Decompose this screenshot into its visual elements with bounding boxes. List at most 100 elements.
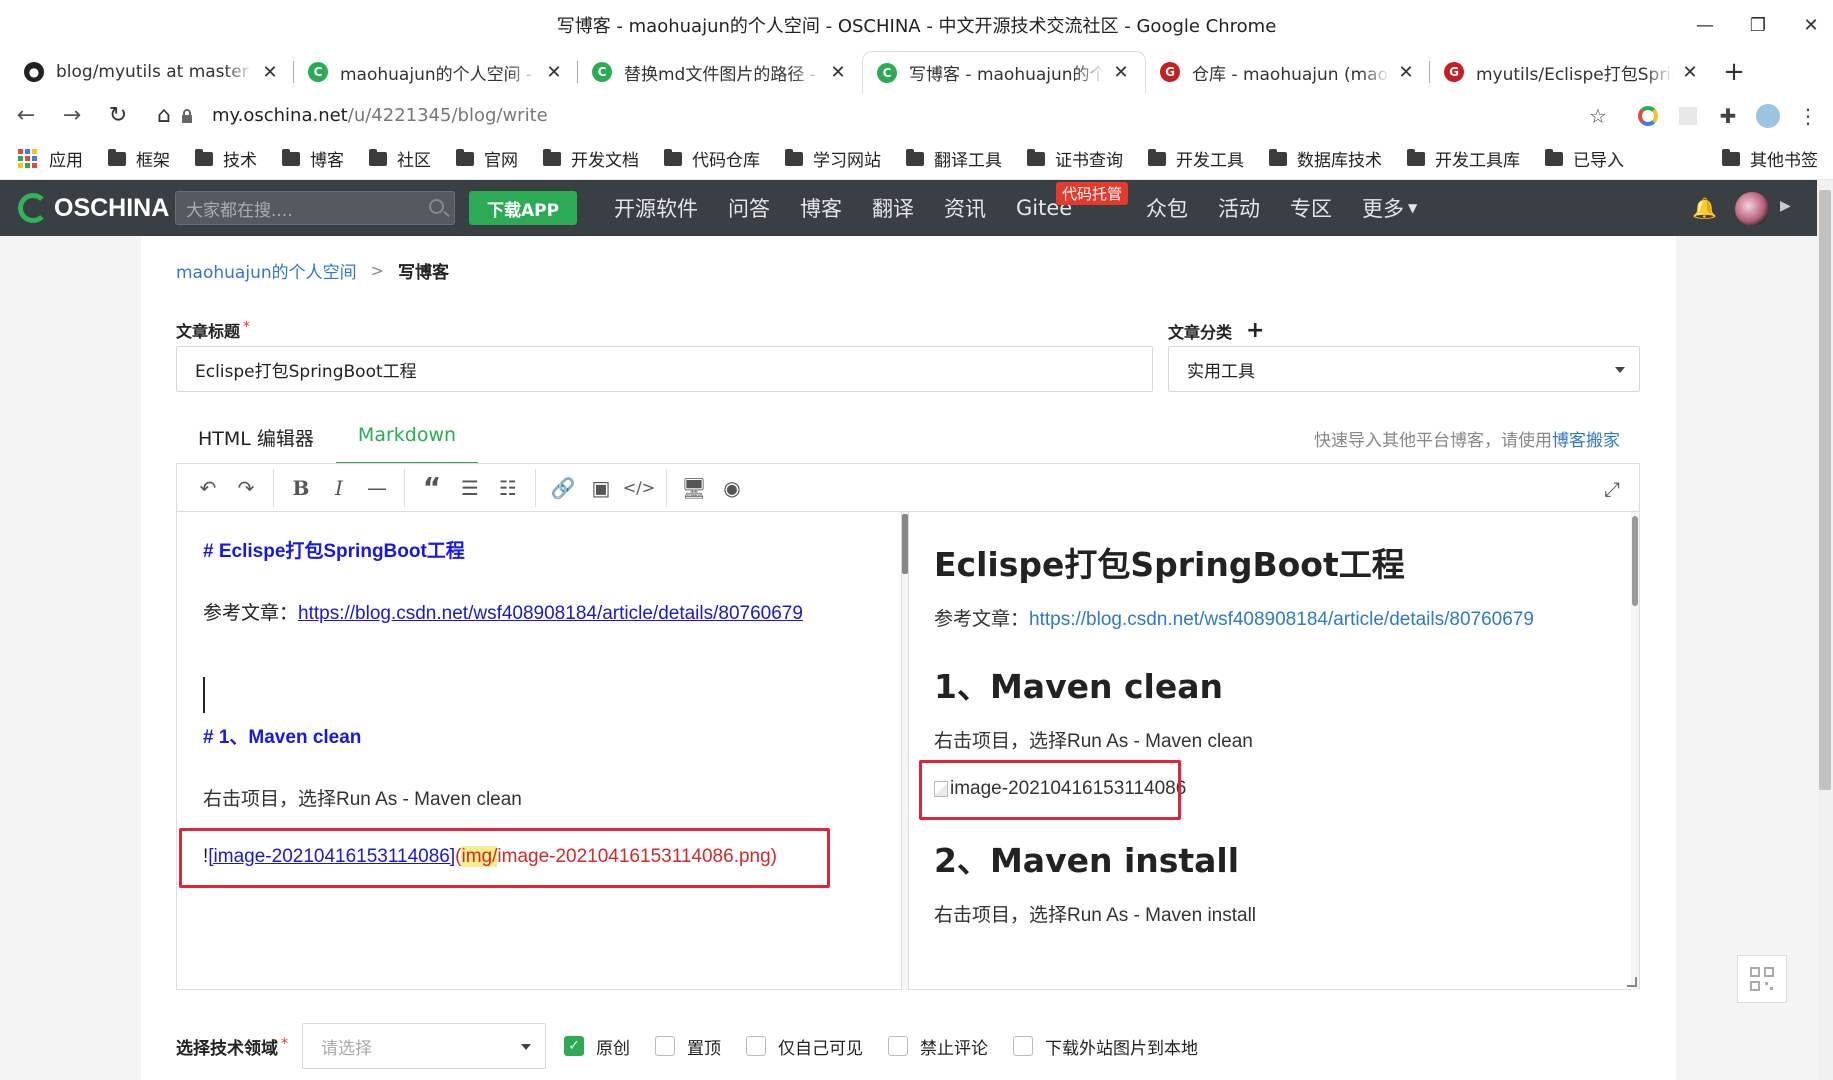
nav-item-more[interactable]: 更多 ▼ (1362, 180, 1417, 236)
qrcode-icon[interactable] (1737, 955, 1787, 1003)
bookmark-folder[interactable]: 开发工具库 (1407, 146, 1520, 171)
category-select[interactable]: 实用工具 (1168, 346, 1640, 392)
bookmark-folder[interactable]: 学习网站 (785, 146, 881, 171)
profile-icon[interactable] (1750, 98, 1786, 134)
original-checkbox[interactable]: ✓ 原创 (564, 1034, 630, 1059)
browser-tab[interactable]: G 仓库 - maohuajun (maoh ✕ (1146, 51, 1430, 93)
source-scrollbar-thumb[interactable] (902, 514, 908, 574)
tab-html-editor[interactable]: HTML 编辑器 (176, 414, 336, 464)
title-input[interactable]: Eclispe打包SpringBoot工程 (176, 346, 1153, 392)
bookmark-apps[interactable]: 应用 (18, 146, 83, 171)
caret-right-icon[interactable]: ▶ (1780, 198, 1791, 214)
quote-icon[interactable]: “ (413, 469, 451, 507)
undo-icon[interactable]: ↶ (189, 469, 227, 507)
nav-item[interactable]: 翻译 (872, 180, 914, 236)
home-icon[interactable]: ⌂ (144, 96, 184, 136)
code-icon[interactable]: </> (620, 469, 658, 507)
avatar[interactable] (1735, 192, 1769, 226)
bookmark-folder[interactable]: 证书查询 (1027, 146, 1123, 171)
no-comment-checkbox[interactable]: 禁止评论 (888, 1034, 988, 1059)
bookmark-star-icon[interactable]: ☆ (1580, 98, 1616, 134)
close-tab-icon[interactable]: ✕ (1111, 62, 1131, 83)
puzzle-icon[interactable]: ✚ (1710, 98, 1746, 134)
browser-tab-active[interactable]: C 写博客 - maohuajun的个人 ✕ (862, 51, 1146, 93)
breadcrumb-space-link[interactable]: maohuajun的个人空间 (176, 258, 357, 283)
hr-icon[interactable]: — (358, 469, 396, 507)
github-icon: ● (24, 62, 44, 82)
bookmark-folder[interactable]: 技术 (195, 146, 257, 171)
extension-icon[interactable] (1630, 98, 1666, 134)
resize-handle[interactable] (1627, 977, 1637, 987)
nav-item[interactable]: 开源软件 (614, 180, 698, 236)
markdown-source-pane[interactable]: # Eclispe打包SpringBoot工程 参考文章：https://blo… (177, 512, 901, 990)
restore-button[interactable]: ❐ (1733, 0, 1783, 50)
redo-icon[interactable]: ↷ (227, 469, 265, 507)
add-category-icon[interactable]: + (1246, 318, 1264, 343)
close-window-button[interactable]: ✕ (1786, 0, 1833, 50)
folder-icon (1722, 148, 1740, 166)
bookmark-folder[interactable]: 翻译工具 (906, 146, 1002, 171)
preview-scrollbar-thumb[interactable] (1632, 516, 1638, 606)
bookmark-folder[interactable]: 开发文档 (543, 146, 639, 171)
browser-tab[interactable]: G myutils/Eclispe打包Sprin ✕ (1430, 51, 1714, 93)
bookmark-folder[interactable]: 博客 (282, 146, 344, 171)
fullscreen-icon[interactable]: ⤢ (1593, 470, 1631, 508)
breadcrumb-current: 写博客 (398, 263, 450, 283)
bullet-list-icon[interactable]: ☰ (451, 469, 489, 507)
private-checkbox[interactable]: 仅自己可见 (746, 1034, 863, 1059)
pin-checkbox[interactable]: 置顶 (655, 1034, 721, 1059)
browser-tab[interactable]: C 替换md文件图片的路径 - m ✕ (578, 51, 862, 93)
oschina-icon: C (877, 62, 897, 83)
nav-item[interactable]: 专区 (1290, 180, 1332, 236)
site-search-input[interactable]: 大家都在搜.... (175, 191, 455, 225)
nav-item[interactable]: 资讯 (944, 180, 986, 236)
download-app-button[interactable]: 下载APP (469, 191, 577, 225)
close-tab-icon[interactable]: ✕ (828, 62, 848, 83)
bookmark-folder[interactable]: 框架 (108, 146, 170, 171)
chevron-down-icon (521, 1044, 531, 1050)
close-tab-icon[interactable]: ✕ (1396, 62, 1416, 83)
tab-markdown[interactable]: Markdown (335, 414, 479, 464)
oschina-logo[interactable]: OSCHINA (18, 193, 169, 223)
image-icon[interactable]: ▣ (582, 469, 620, 507)
preview-ref-link[interactable]: https://blog.csdn.net/wsf408908184/artic… (1029, 609, 1534, 630)
hide-preview-icon[interactable]: ◉ (713, 469, 751, 507)
extension-icon[interactable] (1670, 98, 1706, 134)
menu-icon[interactable]: ⋮ (1790, 98, 1826, 134)
bookmark-other[interactable]: 其他书签 (1722, 146, 1818, 171)
back-icon[interactable]: ← (6, 96, 46, 136)
bell-icon[interactable]: 🔔 (1692, 196, 1717, 220)
nav-item[interactable]: 博客 (800, 180, 842, 236)
browser-tab[interactable]: ● blog/myutils at master · ✕ (10, 51, 294, 93)
ordered-list-icon[interactable]: ☷ (489, 469, 527, 507)
browser-tab[interactable]: C maohuajun的个人空间 - O ✕ (294, 51, 578, 93)
nav-item[interactable]: 活动 (1218, 180, 1260, 236)
new-tab-button[interactable]: + (1714, 51, 1754, 93)
folder-icon (108, 148, 126, 166)
reload-icon[interactable]: ↻ (98, 96, 138, 136)
page-scrollbar-thumb[interactable] (1819, 190, 1831, 790)
italic-icon[interactable]: I (320, 469, 358, 507)
close-tab-icon[interactable]: ✕ (1680, 62, 1700, 83)
forward-icon[interactable]: → (52, 96, 92, 136)
close-tab-icon[interactable]: ✕ (544, 62, 564, 83)
bookmark-folder[interactable]: 社区 (369, 146, 431, 171)
bookmark-folder[interactable]: 官网 (456, 146, 518, 171)
minimize-button[interactable]: — (1680, 0, 1730, 50)
bookmark-folder[interactable]: 已导入 (1545, 146, 1624, 171)
close-tab-icon[interactable]: ✕ (260, 62, 280, 83)
bookmark-folder[interactable]: 开发工具 (1148, 146, 1244, 171)
bookmark-folder[interactable]: 数据库技术 (1269, 146, 1382, 171)
bold-icon[interactable]: B (282, 469, 320, 507)
address-bar[interactable]: my.oschina.net/u/4221345/blog/write (180, 98, 1620, 134)
nav-item[interactable]: 问答 (728, 180, 770, 236)
preview-icon[interactable]: 🖥 (675, 469, 713, 507)
link-icon[interactable]: 🔗 (544, 469, 582, 507)
search-icon[interactable] (429, 199, 444, 214)
tech-domain-select[interactable]: 请选择 (302, 1023, 546, 1069)
bookmark-folder[interactable]: 代码仓库 (664, 146, 760, 171)
nav-item[interactable]: 众包 (1146, 180, 1188, 236)
download-images-checkbox[interactable]: 下载外站图片到本地 (1013, 1034, 1198, 1059)
markdown-editor: ↶ ↷ B I — “ ☰ ☷ 🔗 ▣ </> 🖥 ◉ ⤢ # Eclispe打… (176, 463, 1640, 990)
blog-move-link[interactable]: 博客搬家 (1552, 431, 1620, 451)
